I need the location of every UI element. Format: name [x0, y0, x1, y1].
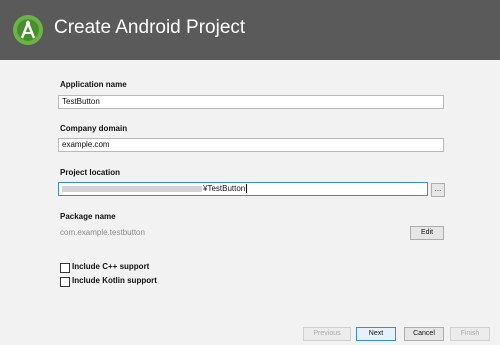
cancel-button[interactable]: Cancel [404, 327, 444, 341]
dialog-title: Create Android Project [54, 17, 246, 38]
include-kotlin-checkbox[interactable] [60, 277, 70, 287]
company-domain-label: Company domain [60, 124, 128, 133]
include-cpp-checkbox[interactable] [60, 263, 70, 273]
android-studio-icon [13, 15, 43, 45]
app-name-label: Application name [60, 80, 127, 89]
project-location-input[interactable]: ¥TestButton [58, 182, 428, 196]
dialog-header: Create Android Project [0, 0, 500, 60]
include-cpp-label: Include C++ support [72, 262, 150, 271]
finish-button[interactable]: Finish [450, 327, 490, 341]
edit-package-button[interactable]: Edit [410, 226, 444, 240]
package-name-value: com.example.testbutton [60, 228, 145, 237]
include-kotlin-label: Include Kotlin support [72, 276, 157, 285]
next-button[interactable]: Next [356, 327, 396, 341]
text-caret [246, 184, 248, 194]
package-name-label: Package name [60, 212, 116, 221]
company-domain-input[interactable]: example.com [58, 138, 444, 152]
project-location-suffix: ¥TestButton [203, 184, 246, 193]
project-location-label: Project location [60, 168, 121, 177]
redacted-path [62, 185, 202, 192]
previous-button[interactable]: Previous [303, 327, 351, 341]
app-name-input[interactable]: TestButton [58, 95, 444, 109]
browse-button[interactable]: ... [431, 183, 445, 197]
